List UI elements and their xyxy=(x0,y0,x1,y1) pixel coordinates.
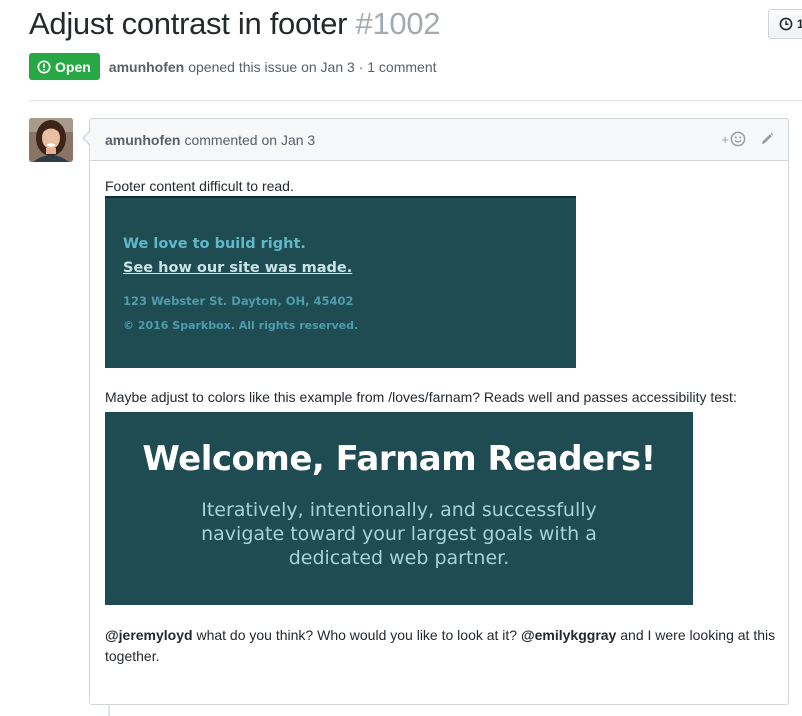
issue-title-text: Adjust contrast in footer xyxy=(29,6,348,41)
add-reaction-button[interactable]: + xyxy=(721,131,746,147)
footer-image-line-2: See how our site was made. xyxy=(123,260,353,276)
farnam-image-subtitle-line-1: Iteratively, intentionally, and successf… xyxy=(201,499,597,521)
history-button[interactable]: 1 xyxy=(768,9,802,39)
mention-link[interactable]: @jeremyloyd xyxy=(105,627,193,643)
header-divider xyxy=(29,100,802,101)
footer-image-line-4: © 2016 Sparkbox. All rights reserved. xyxy=(123,319,359,332)
comment: amunhofen commented on Jan 3 + Footer co… xyxy=(82,118,789,705)
farnam-image-subtitle: Iteratively, intentionally, and successf… xyxy=(105,498,693,570)
footer-image-line-3: 123 Webster St. Dayton, OH, 45402 xyxy=(123,294,354,308)
reaction-plus: + xyxy=(721,131,729,147)
avatar[interactable] xyxy=(29,118,73,162)
comment-paragraph-3-text-1: what do you think? Who would you like to… xyxy=(192,627,521,643)
pencil-icon xyxy=(762,132,774,144)
timeline-line xyxy=(108,705,110,716)
footer-image-line-1: We love to build right. xyxy=(123,236,306,252)
state-badge: Open xyxy=(29,53,100,80)
comment-actions: + xyxy=(721,131,774,147)
clock-icon xyxy=(779,17,793,31)
issue-opened-icon xyxy=(37,60,51,73)
comment-body: Footer content difficult to read. We lov… xyxy=(90,161,788,667)
smiley-icon xyxy=(730,131,746,147)
farnam-image-title: Welcome, Farnam Readers! xyxy=(142,439,656,479)
issue-author-link[interactable]: amunhofen xyxy=(109,59,184,75)
comment-meta[interactable]: commented on Jan 3 xyxy=(184,132,315,148)
issue-meta-text: opened this issue on Jan 3 · 1 comment xyxy=(188,58,437,75)
state-badge-label: Open xyxy=(55,58,91,75)
farnam-example-image[interactable]: Welcome, Farnam Readers! Iteratively, in… xyxy=(105,412,693,605)
edit-comment-button[interactable] xyxy=(760,132,774,146)
farnam-image-subtitle-line-2: navigate toward your largest goals with … xyxy=(201,523,597,545)
history-button-label: 1 xyxy=(797,17,802,31)
comment-header: amunhofen commented on Jan 3 + xyxy=(90,119,788,161)
issue-title: Adjust contrast in footer #1002 xyxy=(29,6,441,42)
comment-paragraph-1: Footer content difficult to read. xyxy=(105,178,294,194)
avatar-image xyxy=(29,118,73,162)
comment-paragraph-3: @jeremyloyd what do you think? Who would… xyxy=(105,625,777,667)
mention-link[interactable]: @emilykggray xyxy=(521,627,616,643)
issue-number: #1002 xyxy=(355,6,441,41)
farnam-image-subtitle-line-3: dedicated web partner. xyxy=(288,547,510,569)
issue-meta: Open amunhofen opened this issue on Jan … xyxy=(29,53,437,80)
comment-paragraph-2: Maybe adjust to colors like this example… xyxy=(105,389,737,405)
footer-screenshot-image[interactable]: We love to build right. See how our site… xyxy=(105,196,576,368)
comment-author-link[interactable]: amunhofen xyxy=(105,132,180,148)
